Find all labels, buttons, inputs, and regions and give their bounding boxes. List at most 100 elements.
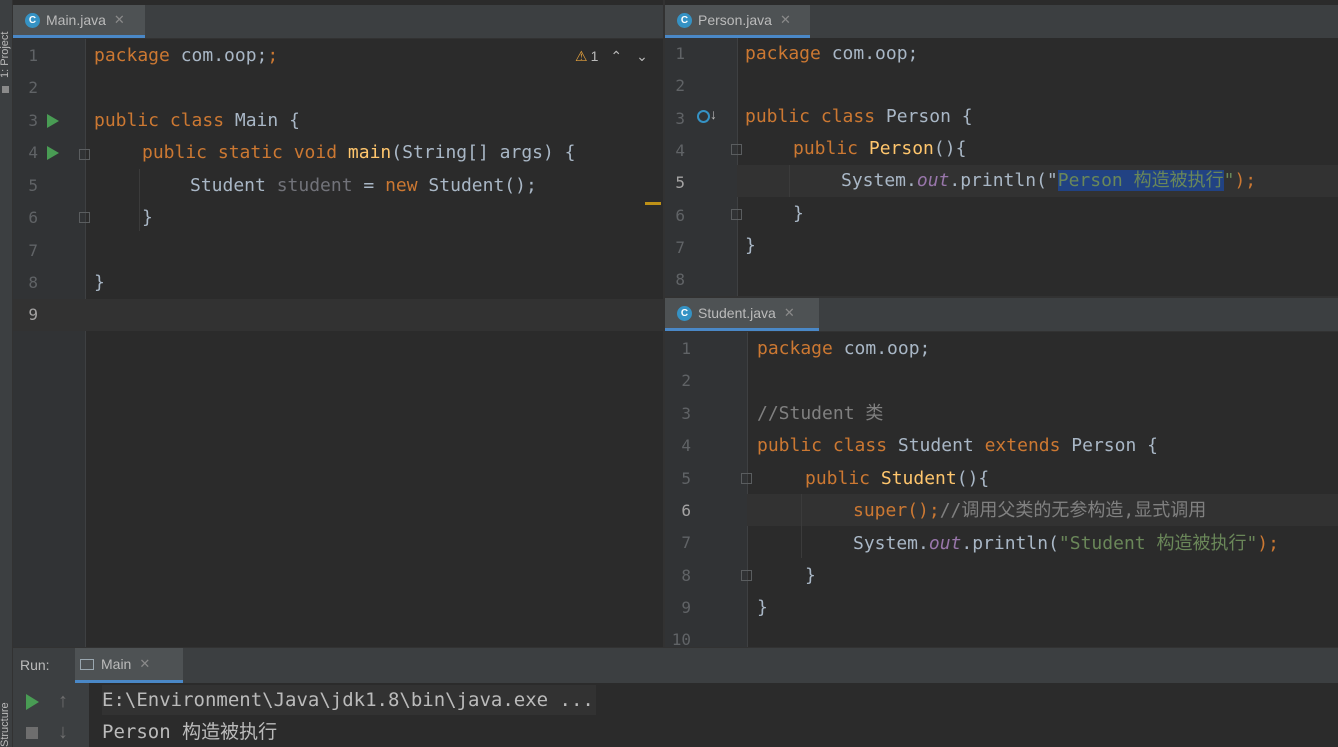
line-number: 2 [675,76,685,95]
line-number: 9 [681,598,691,617]
warning-icon: ⚠ [575,47,588,64]
indent-guide [139,169,140,231]
fold-icon[interactable] [741,570,752,581]
line-number: 5 [28,176,38,195]
line-number: 7 [681,533,691,552]
line-number: 3 [675,109,685,128]
line-number: 3 [28,111,38,130]
line-number: 6 [675,206,685,225]
run-panel-toolbar: ↑ ↓ [13,683,89,747]
student-editor-tabbar: C Student.java ✕ [665,298,1338,332]
code-line: public Person(){ [793,138,967,159]
code-line: } [142,207,153,228]
run-tab-label: Main [101,656,132,672]
line-number: 4 [28,143,38,162]
line-number: 5 [675,173,685,192]
warning-count: 1 [590,48,599,64]
run-panel-header: Run: Main ✕ [13,647,1338,683]
close-icon[interactable]: ✕ [784,305,795,321]
fold-icon[interactable] [731,144,742,155]
line-number: 8 [28,273,38,292]
code-line: public class Person { [745,106,973,127]
down-arrow-icon[interactable]: ↓ [58,721,68,744]
rerun-icon[interactable] [26,694,39,710]
line-number: 1 [28,46,38,65]
person-editor-tabbar: C Person.java ✕ [665,5,1338,39]
stop-icon[interactable] [26,727,38,739]
code-line: package com.oop; [745,43,919,64]
up-arrow-icon[interactable]: ↑ [58,690,68,713]
run-panel-label: Run: [20,657,50,673]
main-gutter [13,39,85,647]
line-number: 4 [681,436,691,455]
fold-icon[interactable] [79,212,90,223]
java-class-icon: C [677,12,692,28]
code-line: package com.oop;; [94,45,279,66]
code-line: public Student(){ [805,468,990,489]
code-line: System.out.println("Student 构造被执行"); [853,533,1279,554]
code-line: public class Main { [94,110,300,131]
code-line: package com.oop; [757,338,931,359]
line-number: 6 [28,208,38,227]
line-number: 7 [675,238,685,257]
code-line: } [94,272,105,293]
previous-highlight-icon[interactable]: ⌃ [610,48,622,65]
java-class-icon: C [677,305,692,321]
project-icon [2,86,9,93]
code-line: } [805,565,816,586]
run-class-icon[interactable] [47,114,59,128]
selected-text: Person 构造被执行 [1057,170,1224,191]
code-line: public class Student extends Person { [757,435,1158,456]
code-line: super();//调用父类的无参构造,显式调用 [853,500,1207,521]
close-icon[interactable]: ✕ [139,656,150,672]
line-number: 1 [675,44,685,63]
code-line: public static void main(String[] args) { [142,142,576,163]
console-icon [80,658,94,670]
line-number: 7 [28,241,38,260]
code-line: } [793,203,804,224]
inspection-widget[interactable]: ⚠ 1 ⌃ ⌄ [575,45,648,67]
next-highlight-icon[interactable]: ⌄ [636,48,648,65]
person-editor[interactable]: 1 2 3 4 5 6 7 8 ↓ package com.oop; publi… [665,38,1338,296]
code-line: } [757,597,768,618]
line-number: 5 [681,469,691,488]
line-number: 6 [681,501,691,520]
console-line-command: E:\Environment\Java\jdk1.8\bin\java.exe … [102,685,596,715]
java-class-icon: C [25,12,40,28]
main-editor-tabbar: C Main.java ✕ [13,5,663,39]
line-number: 8 [681,566,691,585]
close-icon[interactable]: ✕ [780,12,791,28]
fold-icon[interactable] [79,149,90,160]
run-main-icon[interactable] [47,146,59,160]
project-tool-button[interactable]: 1: Project [0,8,11,78]
fold-icon[interactable] [741,473,752,484]
gutter-divider [85,39,86,647]
fold-icon[interactable] [731,209,742,220]
tab-main-java[interactable]: C Main.java ✕ [13,5,145,38]
tab-person-java[interactable]: C Person.java ✕ [665,5,810,38]
current-line-highlight [85,299,663,331]
main-editor[interactable]: 1 2 3 4 5 6 7 8 9 ⚠ 1 ⌃ ⌄ package com.oo… [13,39,663,647]
code-line: } [745,235,756,256]
arrow-down-icon: ↓ [710,106,717,122]
console-line-output: Person 构造被执行 [102,721,278,743]
line-number: 10 [671,630,691,647]
code-line: Student student = new Student(); [190,175,537,196]
code-line: System.out.println("Person 构造被执行"); [841,170,1257,191]
tab-label: Person.java [698,12,772,28]
code-line: //Student 类 [757,403,884,424]
student-editor[interactable]: 1 2 3 4 5 6 7 8 9 10 package com.oop; //… [665,332,1338,647]
close-icon[interactable]: ✕ [114,12,125,28]
tab-student-java[interactable]: C Student.java ✕ [665,298,819,331]
line-number: 8 [675,270,685,289]
line-number: 2 [28,78,38,97]
run-tab-main[interactable]: Main ✕ [75,648,183,683]
line-number: 2 [681,371,691,390]
left-tool-strip: 1: Project Structure [0,0,13,747]
structure-tool-button[interactable]: Structure [0,680,11,747]
indent-guide [801,494,802,558]
line-number: 4 [675,141,685,160]
overridden-method-icon[interactable] [697,110,710,123]
console-output[interactable]: E:\Environment\Java\jdk1.8\bin\java.exe … [89,683,1338,747]
line-number: 9 [28,305,38,324]
